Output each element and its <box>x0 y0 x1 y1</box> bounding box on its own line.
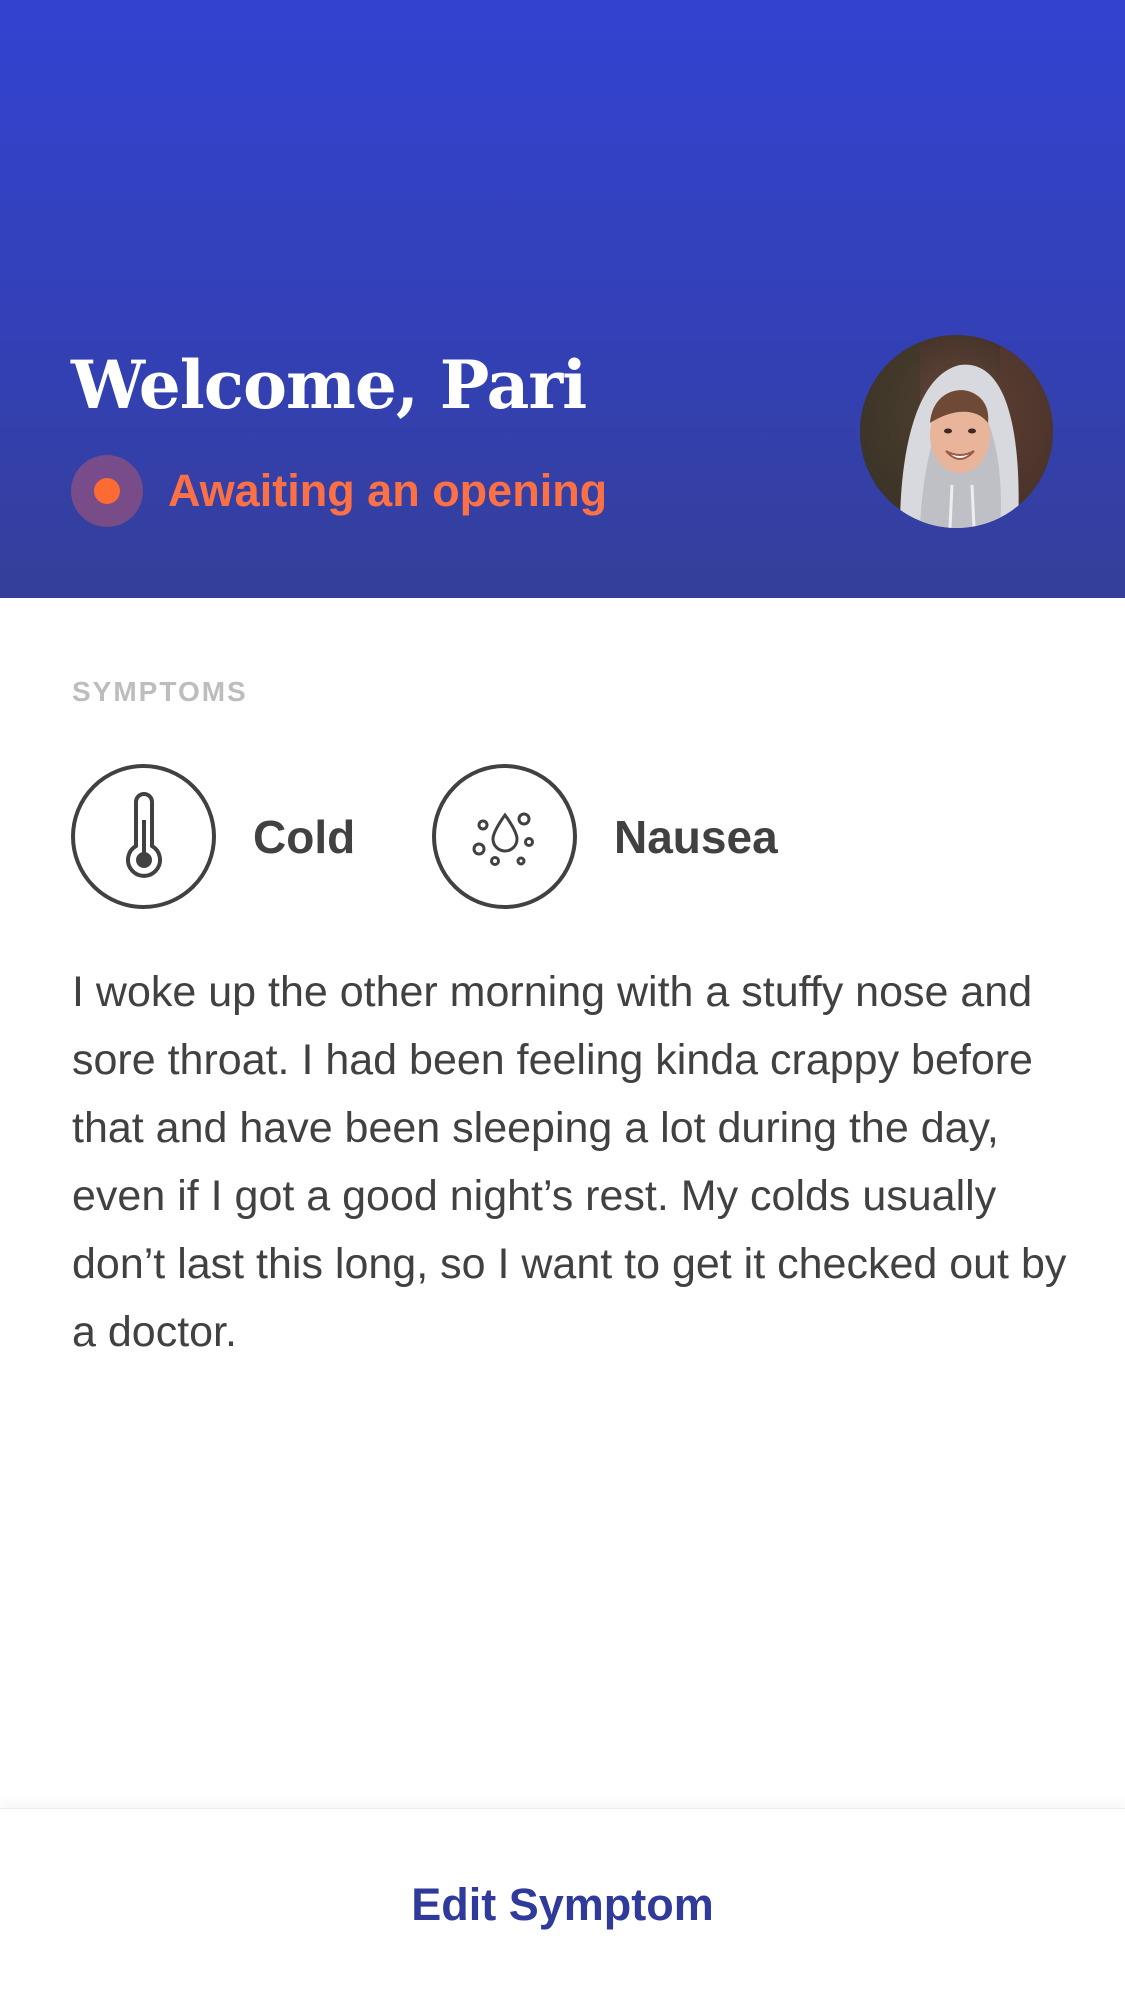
symptom-nausea[interactable]: Nausea <box>432 764 778 909</box>
avatar[interactable] <box>860 335 1053 528</box>
bottom-bar: Edit Symptom <box>0 1808 1125 2001</box>
symptom-description: I woke up the other morning with a stuff… <box>72 968 1067 1356</box>
status-text: Awaiting an opening <box>168 465 608 516</box>
edit-symptom-button[interactable]: Edit Symptom <box>381 1869 744 1941</box>
droplets-icon <box>432 764 577 909</box>
thermometer-icon <box>71 764 216 909</box>
symptom-cold[interactable]: Cold <box>71 764 355 909</box>
symptoms-section-label: SYMPTOMS <box>72 676 248 707</box>
symptom-label: Cold <box>253 810 356 863</box>
header: Welcome, Pari Awaiting an opening <box>0 0 1125 598</box>
welcome-title: Welcome, Pari <box>71 346 587 424</box>
status-indicator: Awaiting an opening <box>71 455 607 527</box>
symptom-label: Nausea <box>614 810 778 863</box>
status-dot-icon <box>71 455 143 527</box>
